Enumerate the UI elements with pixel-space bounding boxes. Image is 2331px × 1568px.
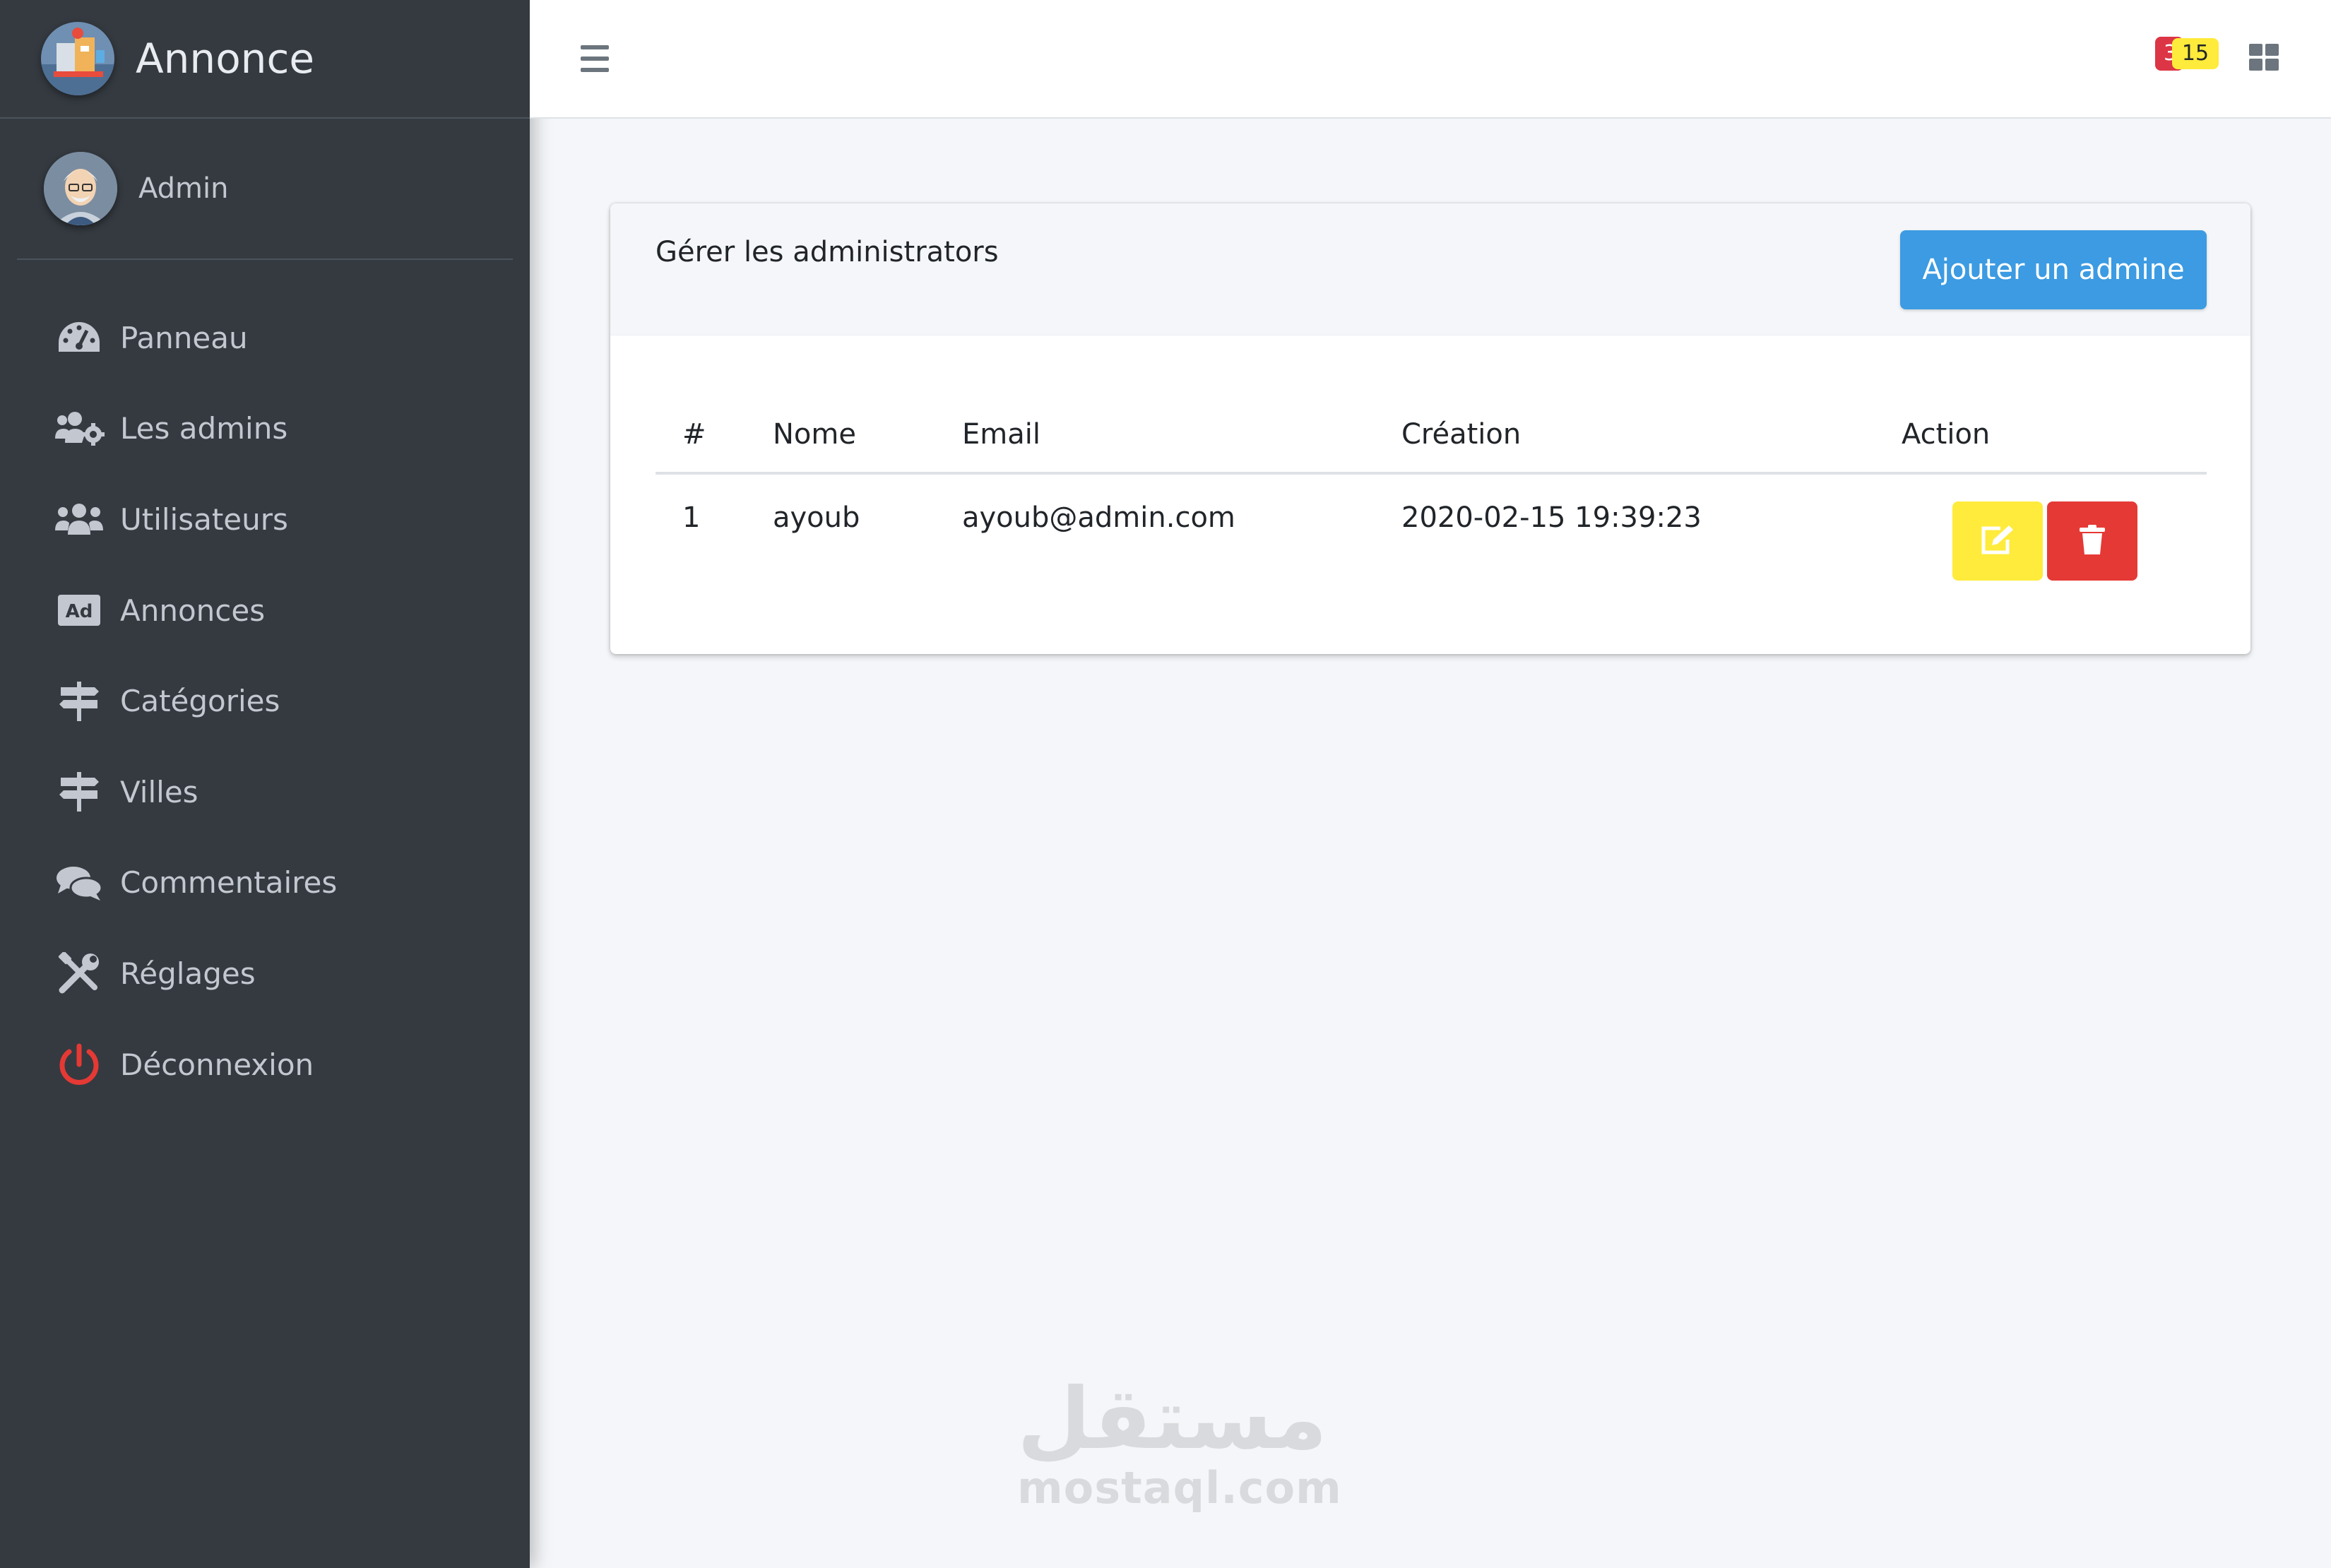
edit-icon <box>1979 524 2016 559</box>
brand-logo <box>41 22 114 95</box>
admins-table: # Nome Email Création Action 1 ayoub ayo… <box>656 408 2207 581</box>
sidebar-item-les-admins[interactable]: Les admins <box>0 384 530 475</box>
brand[interactable]: Annonce <box>0 0 530 119</box>
menu-toggle-icon[interactable] <box>581 45 609 72</box>
sidebar-nav: Panneau Les admins Utilisateurs Ad Annon… <box>0 292 530 1110</box>
sidebar-item-deconnexion[interactable]: Déconnexion <box>0 1019 530 1110</box>
cell-name: ayoub <box>773 501 860 534</box>
sidebar-item-utilisateurs[interactable]: Utilisateurs <box>0 474 530 565</box>
sidebar-item-label: Villes <box>120 774 198 809</box>
cell-created: 2020-02-15 19:39:23 <box>1401 501 1702 534</box>
tools-icon <box>54 951 105 996</box>
card-header: Gérer les administrators Ajouter un admi… <box>610 203 2250 335</box>
ad-icon: Ad <box>54 588 105 633</box>
column-header-creation: Création <box>1401 418 1522 451</box>
column-header-email: Email <box>962 418 1040 451</box>
cell-id: 1 <box>682 501 701 534</box>
admins-card: Gérer les administrators Ajouter un admi… <box>610 203 2250 654</box>
table-header: # Nome Email Création Action <box>656 408 2207 475</box>
sidebar-item-label: Les admins <box>120 411 288 446</box>
power-icon <box>54 1042 105 1087</box>
signpost-icon <box>54 769 105 814</box>
table-row: 1 ayoub ayoub@admin.com 2020-02-15 19:39… <box>656 475 2207 581</box>
svg-text:Ad: Ad <box>66 601 93 622</box>
card-title: Gérer les administrators <box>656 236 999 268</box>
sidebar-item-label: Commentaires <box>120 865 338 901</box>
edit-button[interactable] <box>1952 501 2043 581</box>
sidebar-item-annonces[interactable]: Ad Annonces <box>0 565 530 656</box>
notification-badge-yellow: 15 <box>2172 38 2219 69</box>
brand-title: Annonce <box>136 35 315 83</box>
signpost-icon <box>54 679 105 724</box>
users-cog-icon <box>54 406 105 451</box>
watermark-latin: mostaql.com <box>1017 1462 1342 1514</box>
sidebar-item-reglages[interactable]: Réglages <box>0 928 530 1019</box>
delete-button[interactable] <box>2047 501 2137 581</box>
column-header-action: Action <box>1902 418 1991 451</box>
watermark: مستقل mostaql.com <box>1017 1370 1342 1514</box>
notification-badges[interactable]: 3 15 <box>2155 37 2223 71</box>
sidebar-item-categories[interactable]: Catégories <box>0 655 530 747</box>
cell-email: ayoub@admin.com <box>962 501 1235 534</box>
top-navbar: 3 15 <box>530 0 2331 119</box>
trash-icon <box>2078 524 2106 558</box>
add-admin-button[interactable]: Ajouter un admine <box>1900 230 2207 309</box>
avatar <box>44 152 117 225</box>
user-name: Admin <box>138 172 229 205</box>
sidebar-item-panneau[interactable]: Panneau <box>0 292 530 384</box>
watermark-arabic: مستقل <box>1017 1370 1327 1468</box>
users-icon <box>54 497 105 542</box>
sidebar-item-label: Annonces <box>120 593 266 628</box>
sidebar-item-label: Utilisateurs <box>120 501 288 537</box>
sidebar-item-label: Panneau <box>120 320 248 355</box>
comments-icon <box>54 860 105 905</box>
dashboard-icon <box>54 315 105 360</box>
sidebar-item-label: Catégories <box>120 684 280 719</box>
column-header-id: # <box>682 418 706 451</box>
sidebar-item-commentaires[interactable]: Commentaires <box>0 838 530 929</box>
column-header-name: Nome <box>773 418 856 451</box>
sidebar: Annonce Admin Panneau Les admins Utilisa… <box>0 0 530 1568</box>
user-panel[interactable]: Admin <box>17 119 513 260</box>
grid-icon[interactable] <box>2249 44 2280 72</box>
sidebar-item-label: Réglages <box>120 956 256 991</box>
sidebar-item-label: Déconnexion <box>120 1047 314 1082</box>
sidebar-item-villes[interactable]: Villes <box>0 747 530 838</box>
